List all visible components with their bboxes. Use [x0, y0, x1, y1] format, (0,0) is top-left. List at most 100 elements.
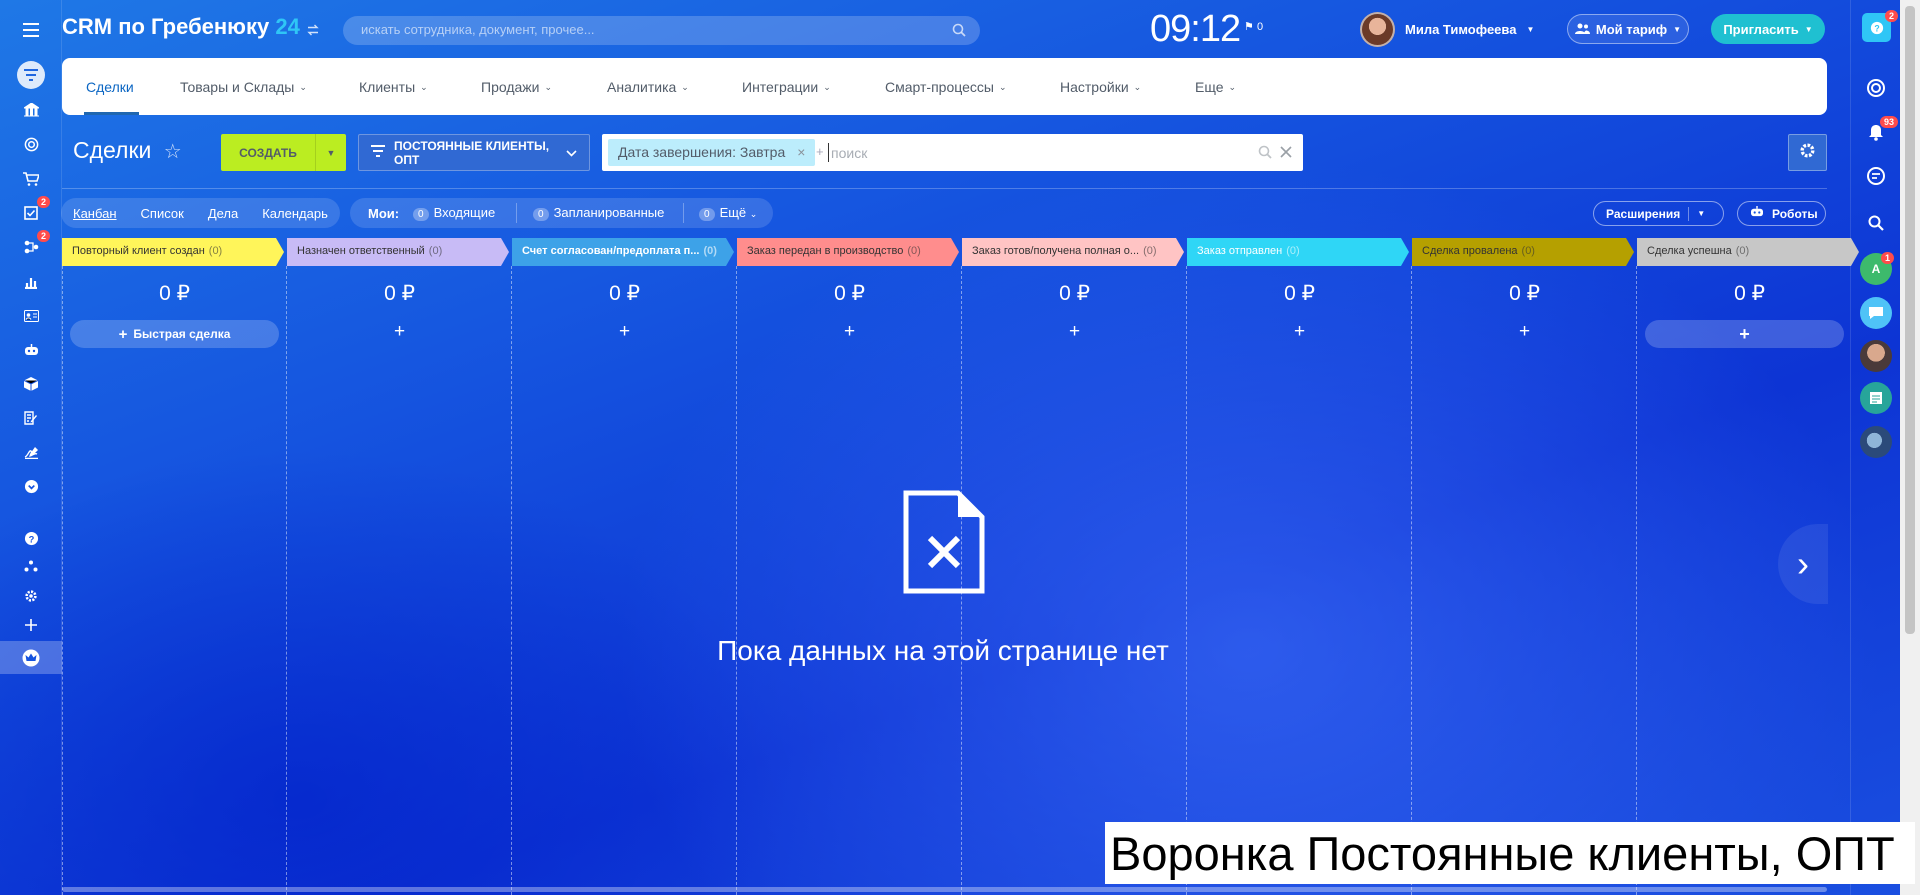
crown-icon[interactable]	[16, 644, 46, 672]
menu-item-integrations[interactable]: Интеграции ⌄	[742, 79, 831, 95]
close-icon[interactable]: ×	[797, 144, 805, 161]
chat-icon[interactable]	[1860, 160, 1892, 192]
stage-name: Повторный клиент создан	[72, 245, 205, 257]
chevron-down-icon: ▼	[1697, 209, 1706, 218]
user-menu[interactable]: Мила Тимофеева ▼	[1360, 12, 1534, 47]
stage-count: (0)	[208, 245, 223, 257]
open-channels-icon[interactable]	[1860, 297, 1892, 329]
chevron-down-icon: ▼	[1526, 25, 1535, 34]
view-list[interactable]: Список	[141, 206, 184, 221]
cart-icon[interactable]	[16, 165, 46, 193]
text-cursor	[828, 143, 829, 162]
quick-deal-label: Быстрая сделка	[133, 327, 231, 341]
notifications-badge: 93	[1880, 116, 1899, 128]
add-deal-button[interactable]: +	[1187, 321, 1412, 343]
settings-gear-icon[interactable]	[16, 582, 46, 610]
help-icon[interactable]: ?	[16, 524, 46, 552]
stage-header[interactable]: Сделка провалена (0)	[1412, 238, 1634, 266]
stage-header[interactable]: Повторный клиент создан (0)	[62, 238, 284, 266]
swap-icon[interactable]	[307, 23, 319, 41]
chevron-down-icon: ⌄	[544, 81, 553, 92]
crm-funnel-icon[interactable]	[17, 61, 45, 89]
menu-item-sales[interactable]: Продажи ⌄	[481, 79, 552, 95]
clock[interactable]: 09:12	[1150, 8, 1241, 51]
clear-icon[interactable]	[1280, 145, 1292, 163]
create-dropdown-icon[interactable]: ▼	[315, 134, 346, 171]
stage-header[interactable]: Заказ передан в производство (0)	[737, 238, 959, 266]
search-icon[interactable]	[952, 23, 966, 40]
create-button[interactable]: СОЗДАТЬ ▼	[221, 134, 346, 171]
add-deal-button[interactable]: +	[1412, 321, 1637, 343]
filter-preset-button[interactable]: ПОСТОЯННЫЕ КЛИЕНТЫ, ОПТ	[358, 134, 590, 171]
star-icon[interactable]: ☆	[164, 141, 182, 163]
filter-search-box[interactable]: Дата завершения: Завтра × + поиск	[602, 134, 1303, 171]
target-icon[interactable]	[16, 130, 46, 158]
view-kanban[interactable]: Канбан	[73, 206, 117, 221]
search-icon[interactable]	[1860, 207, 1892, 239]
chevron-circle-icon[interactable]	[16, 472, 46, 500]
stage-header[interactable]: Заказ готов/получена полная о... (0)	[962, 238, 1184, 266]
box-icon[interactable]	[16, 370, 46, 398]
global-search-input[interactable]: искать сотрудника, документ, прочее...	[343, 16, 980, 45]
menu-item-smart-processes[interactable]: Смарт-процессы ⌄	[885, 79, 1006, 95]
add-deal-button[interactable]: +	[1645, 320, 1844, 348]
pulse-icon[interactable]	[1860, 72, 1892, 104]
settings-button[interactable]	[1788, 134, 1827, 171]
column-divider	[1411, 266, 1412, 895]
menu-item-analytics[interactable]: Аналитика ⌄	[607, 79, 689, 95]
scroll-right-button[interactable]: ›	[1778, 524, 1828, 604]
chevron-down-icon: ⌄	[749, 209, 758, 219]
group-avatar-icon[interactable]	[1860, 426, 1892, 458]
scrollbar-thumb[interactable]	[1905, 6, 1915, 634]
add-filter-plus[interactable]: +	[816, 144, 824, 159]
page-title: Сделки ☆	[73, 137, 182, 164]
search-icon[interactable]	[1258, 145, 1272, 164]
menu-item-clients[interactable]: Клиенты ⌄	[359, 79, 428, 95]
robots-button[interactable]: Роботы	[1737, 201, 1826, 226]
bank-icon[interactable]	[16, 96, 46, 124]
more-counter[interactable]: 0 Ещё ⌄	[699, 205, 757, 221]
incoming-count: 0	[413, 208, 429, 221]
notes-icon[interactable]	[1860, 382, 1892, 414]
quick-deal-button[interactable]: + Быстрая сделка	[70, 320, 279, 348]
stage-header[interactable]: Заказ отправлен (0)	[1187, 238, 1409, 266]
add-deal-button[interactable]: +	[287, 321, 512, 343]
signature-icon[interactable]	[16, 438, 46, 466]
menu-item-settings[interactable]: Настройки ⌄	[1060, 79, 1141, 95]
stage-sum: 0 ₽	[1284, 282, 1315, 305]
stage-header[interactable]: Счет согласован/предоплата п... (0)	[512, 238, 734, 266]
contact-card-icon[interactable]	[16, 302, 46, 330]
hamburger-menu-icon[interactable]	[16, 16, 46, 44]
extensions-label: Расширения	[1606, 206, 1681, 221]
add-deal-button[interactable]: +	[962, 321, 1187, 343]
robot-icon[interactable]	[16, 336, 46, 364]
stage-header[interactable]: Назначен ответственный (0)	[287, 238, 509, 266]
invite-button[interactable]: Пригласить ▼	[1711, 14, 1825, 44]
app-logo[interactable]: CRM по Гребенюку 24	[62, 14, 300, 40]
workday-flag[interactable]: ⚑ 0	[1244, 20, 1263, 33]
document-edit-icon[interactable]	[16, 404, 46, 432]
extensions-button[interactable]: Расширения ▼	[1593, 201, 1724, 226]
view-calendar[interactable]: Календарь	[262, 206, 328, 221]
add-item-icon[interactable]	[16, 611, 46, 639]
tariff-button[interactable]: Мой тариф ▼	[1567, 14, 1689, 44]
menu-item-more[interactable]: Еще ⌄	[1195, 79, 1236, 95]
analytics-icon[interactable]	[16, 268, 46, 296]
add-deal-button[interactable]: +	[512, 321, 737, 343]
menu-item-products[interactable]: Товары и Склады ⌄	[180, 79, 307, 95]
chevron-down-icon: ▼	[1673, 24, 1682, 34]
horizontal-scrollbar[interactable]	[62, 887, 1827, 892]
stage-header[interactable]: Сделка успешна (0)	[1637, 238, 1859, 266]
page-scrollbar[interactable]	[1900, 0, 1920, 895]
add-deal-button[interactable]: +	[737, 321, 962, 343]
filter-chip[interactable]: Дата завершения: Завтра ×	[608, 139, 816, 166]
incoming-counter[interactable]: 0 Входящие	[413, 205, 495, 221]
stage-sum: 0 ₽	[384, 282, 415, 305]
structure-icon[interactable]	[16, 552, 46, 580]
planned-counter[interactable]: 0 Запланированные	[533, 205, 664, 221]
right-sidebar: ? 2 93 А 1	[1850, 0, 1900, 895]
menu-item-deals[interactable]: Сделки	[86, 79, 134, 95]
view-activities[interactable]: Дела	[208, 206, 238, 221]
column-divider	[1636, 266, 1637, 895]
contact-avatar-photo[interactable]	[1860, 340, 1892, 372]
